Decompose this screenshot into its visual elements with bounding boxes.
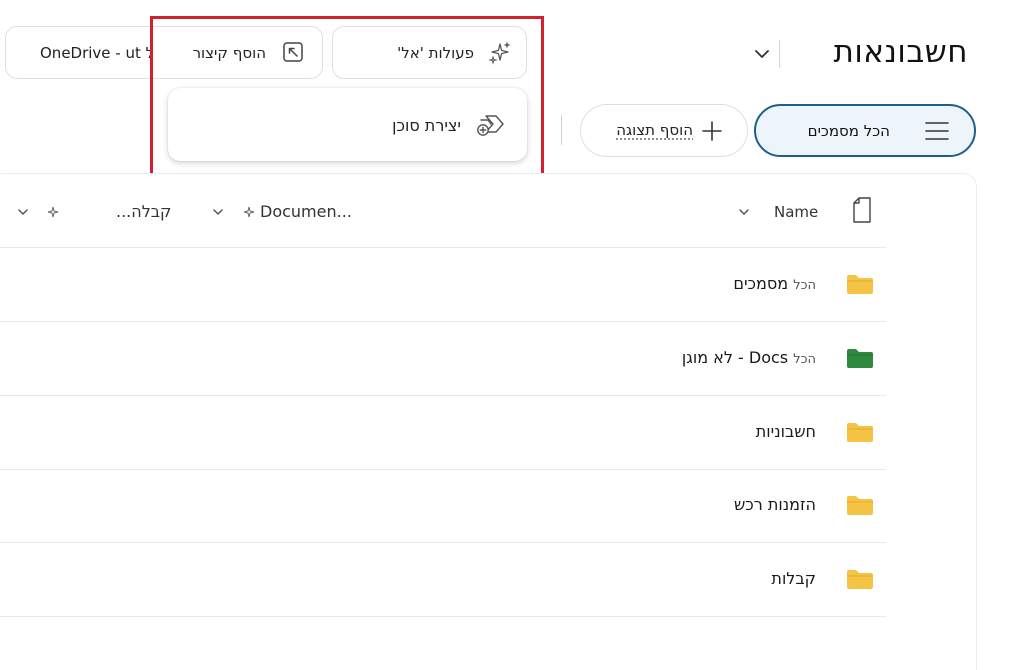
- column-header-receipts[interactable]: קבלה...: [116, 202, 171, 221]
- chevron-down-icon[interactable]: [737, 205, 751, 219]
- create-agent-menu: יצירת סוכן: [168, 88, 527, 161]
- create-agent-label: יצירת סוכן: [392, 116, 461, 135]
- table-row[interactable]: קבלות: [0, 543, 886, 617]
- row-name[interactable]: הכל Docs - לא מוגן: [682, 348, 816, 367]
- hamburger-icon: [925, 122, 949, 140]
- add-shortcut-label: הוסף קיצור: [192, 44, 266, 62]
- chevron-down-icon[interactable]: [16, 205, 30, 219]
- table-row[interactable]: הזמנות רכש: [0, 469, 886, 543]
- views-divider: [561, 115, 562, 145]
- add-shortcut-button[interactable]: הוסף קיצור OneDrive - ut ל: [5, 26, 323, 79]
- title-divider: [779, 40, 780, 68]
- create-agent-icon: [477, 115, 504, 136]
- row-name[interactable]: חשבוניות: [756, 422, 816, 441]
- page-title: חשבונאות: [833, 34, 968, 70]
- add-view-button[interactable]: הוסף תצוגה: [580, 104, 748, 157]
- column-header-documents[interactable]: Documen...: [260, 202, 352, 221]
- table-row[interactable]: הכל מסמכים: [0, 248, 886, 322]
- add-view-label: הוסף תצוגה: [616, 121, 693, 139]
- folder-icon: [847, 423, 873, 442]
- folder-icon: [847, 349, 873, 368]
- folder-icon: [847, 275, 873, 294]
- file-type-icon[interactable]: [851, 197, 873, 223]
- sparkle-icon: [488, 41, 511, 65]
- folder-icon: [847, 496, 873, 515]
- view-all-documents[interactable]: הכל מסמכים: [754, 104, 976, 157]
- chevron-down-icon[interactable]: [752, 44, 772, 64]
- row-name[interactable]: הכל מסמכים: [733, 274, 816, 293]
- ai-actions-label: פעולות 'אל': [397, 44, 474, 62]
- table-row[interactable]: חשבוניות: [0, 396, 886, 470]
- shortcut-arrow-icon: [283, 42, 303, 62]
- sparkle-icon: [243, 206, 255, 218]
- column-header-name[interactable]: Name: [774, 203, 818, 221]
- row-name[interactable]: הזמנות רכש: [734, 495, 816, 514]
- folder-icon: [847, 570, 873, 589]
- ai-actions-button[interactable]: פעולות 'אל': [332, 26, 527, 79]
- view-all-documents-label: הכל מסמכים: [807, 122, 890, 140]
- sparkle-icon: [47, 206, 59, 218]
- onedrive-label: OneDrive - ut ל: [40, 44, 155, 62]
- row-name[interactable]: קבלות: [771, 569, 816, 588]
- create-agent-menu-item[interactable]: יצירת סוכן: [168, 88, 527, 161]
- plus-icon: [702, 121, 722, 141]
- table-row[interactable]: הכל Docs - לא מוגן: [0, 322, 886, 396]
- chevron-down-icon[interactable]: [211, 205, 225, 219]
